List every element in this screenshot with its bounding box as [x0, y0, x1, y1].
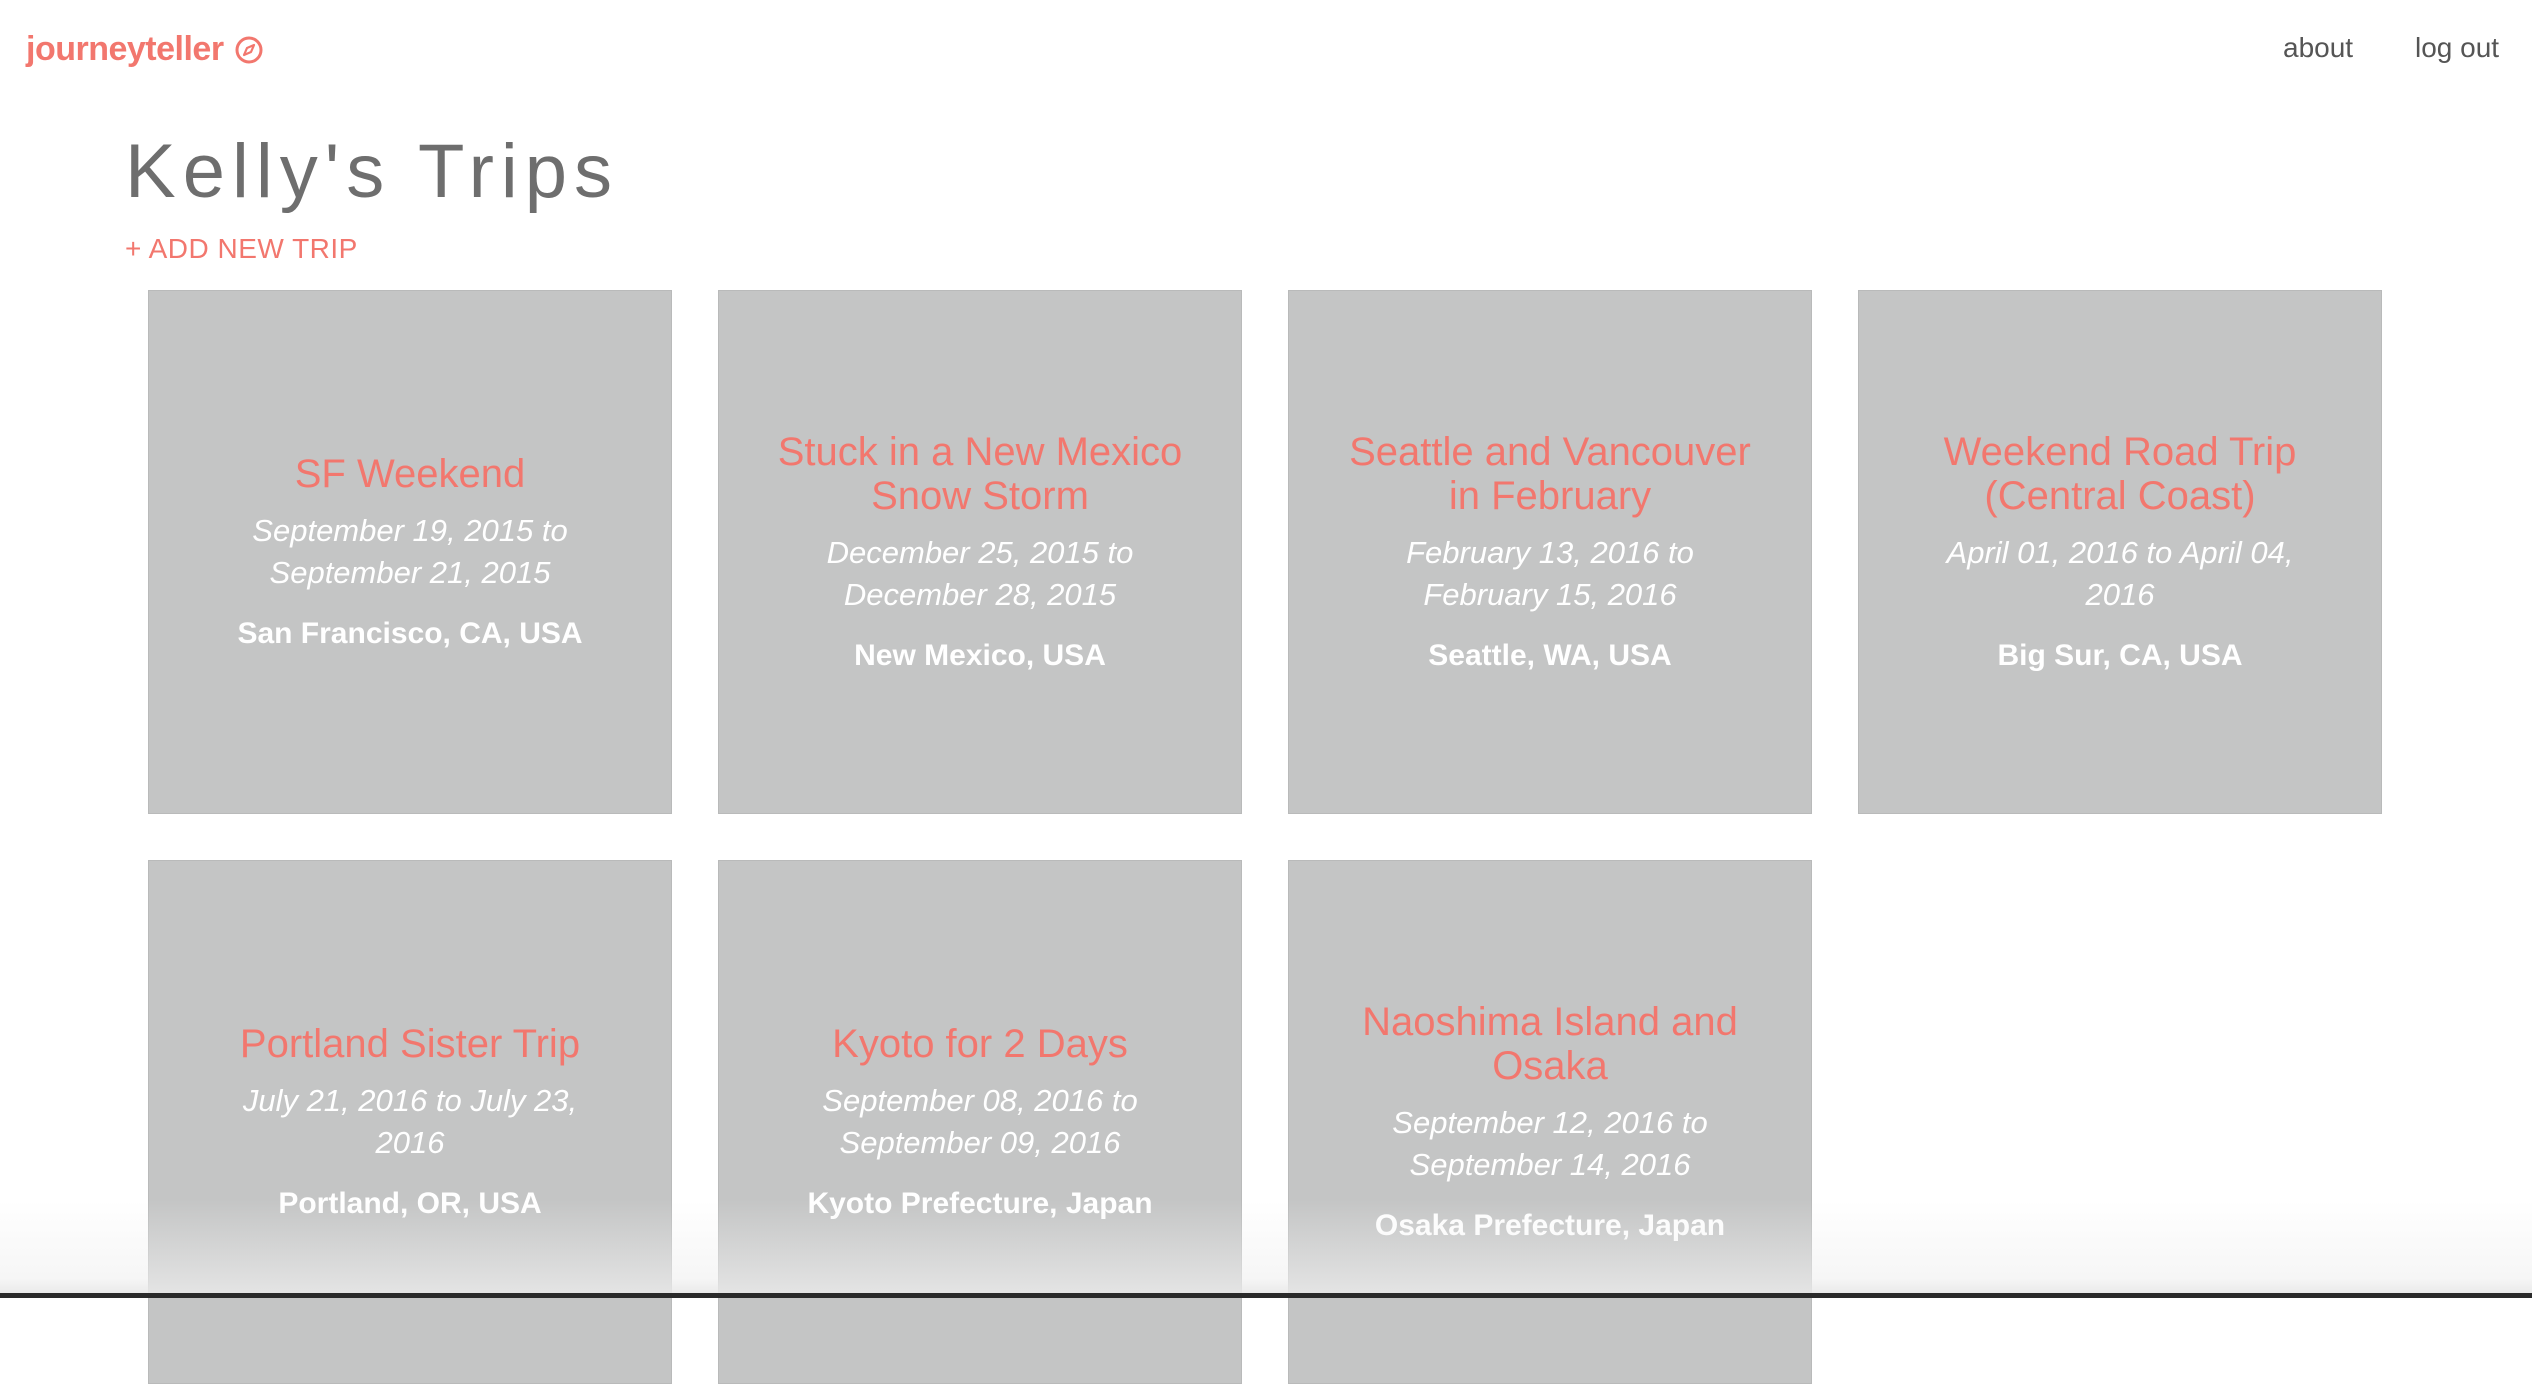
brand-name: journeyteller: [26, 30, 224, 68]
trip-dates: December 25, 2015 to December 28, 2015: [826, 535, 1134, 612]
trip-dates: September 19, 2015 to September 21, 2015: [252, 513, 568, 590]
trip-card[interactable]: Stuck in a New Mexico Snow Storm Decembe…: [718, 290, 1242, 814]
trip-location: New Mexico, USA: [854, 639, 1106, 672]
nav-about-link[interactable]: about: [2283, 32, 2353, 64]
trip-location: Seattle, WA, USA: [1428, 639, 1672, 672]
nav-logout-link[interactable]: log out: [2415, 32, 2499, 64]
trip-title: Naoshima Island and Osaka: [1362, 1000, 1738, 1088]
trip-title: Kyoto for 2 Days: [832, 1022, 1128, 1066]
window-bottom-edge: [0, 1293, 2532, 1298]
trips-grid: SF Weekend September 19, 2015 to Septemb…: [148, 290, 2388, 1384]
trip-dates: April 01, 2016 to April 04, 2016: [1946, 535, 2294, 612]
trip-location: Portland, OR, USA: [278, 1187, 542, 1220]
top-navbar: journeyteller about log out: [0, 0, 2532, 100]
trip-title: Weekend Road Trip (Central Coast): [1943, 430, 2297, 518]
trip-title: Portland Sister Trip: [239, 1022, 581, 1066]
trip-location: Big Sur, CA, USA: [1997, 639, 2243, 672]
trip-title: Stuck in a New Mexico Snow Storm: [777, 430, 1183, 518]
trip-title: SF Weekend: [294, 452, 526, 496]
trip-title: Seattle and Vancouver in February: [1349, 430, 1751, 518]
trip-card[interactable]: Kyoto for 2 Days September 08, 2016 to S…: [718, 860, 1242, 1384]
trip-dates: February 13, 2016 to February 15, 2016: [1406, 535, 1694, 612]
trip-dates: July 21, 2016 to July 23, 2016: [242, 1083, 578, 1160]
trip-card[interactable]: SF Weekend September 19, 2015 to Septemb…: [148, 290, 672, 814]
trip-card[interactable]: Naoshima Island and Osaka September 12, …: [1288, 860, 1812, 1384]
add-new-trip-link[interactable]: + ADD NEW TRIP: [125, 233, 358, 265]
trip-dates: September 08, 2016 to September 09, 2016: [822, 1083, 1138, 1160]
trip-location: Kyoto Prefecture, Japan: [807, 1187, 1153, 1220]
trip-card[interactable]: Portland Sister Trip July 21, 2016 to Ju…: [148, 860, 672, 1384]
compass-icon: [235, 36, 263, 63]
trip-location: San Francisco, CA, USA: [237, 617, 583, 650]
trip-dates: September 12, 2016 to September 14, 2016: [1392, 1105, 1708, 1182]
trip-card[interactable]: Seattle and Vancouver in February Februa…: [1288, 290, 1812, 814]
trip-card[interactable]: Weekend Road Trip (Central Coast) April …: [1858, 290, 2382, 814]
trip-location: Osaka Prefecture, Japan: [1374, 1209, 1726, 1242]
page-title: Kelly's Trips: [125, 129, 620, 214]
brand-logo[interactable]: journeyteller: [26, 30, 264, 69]
